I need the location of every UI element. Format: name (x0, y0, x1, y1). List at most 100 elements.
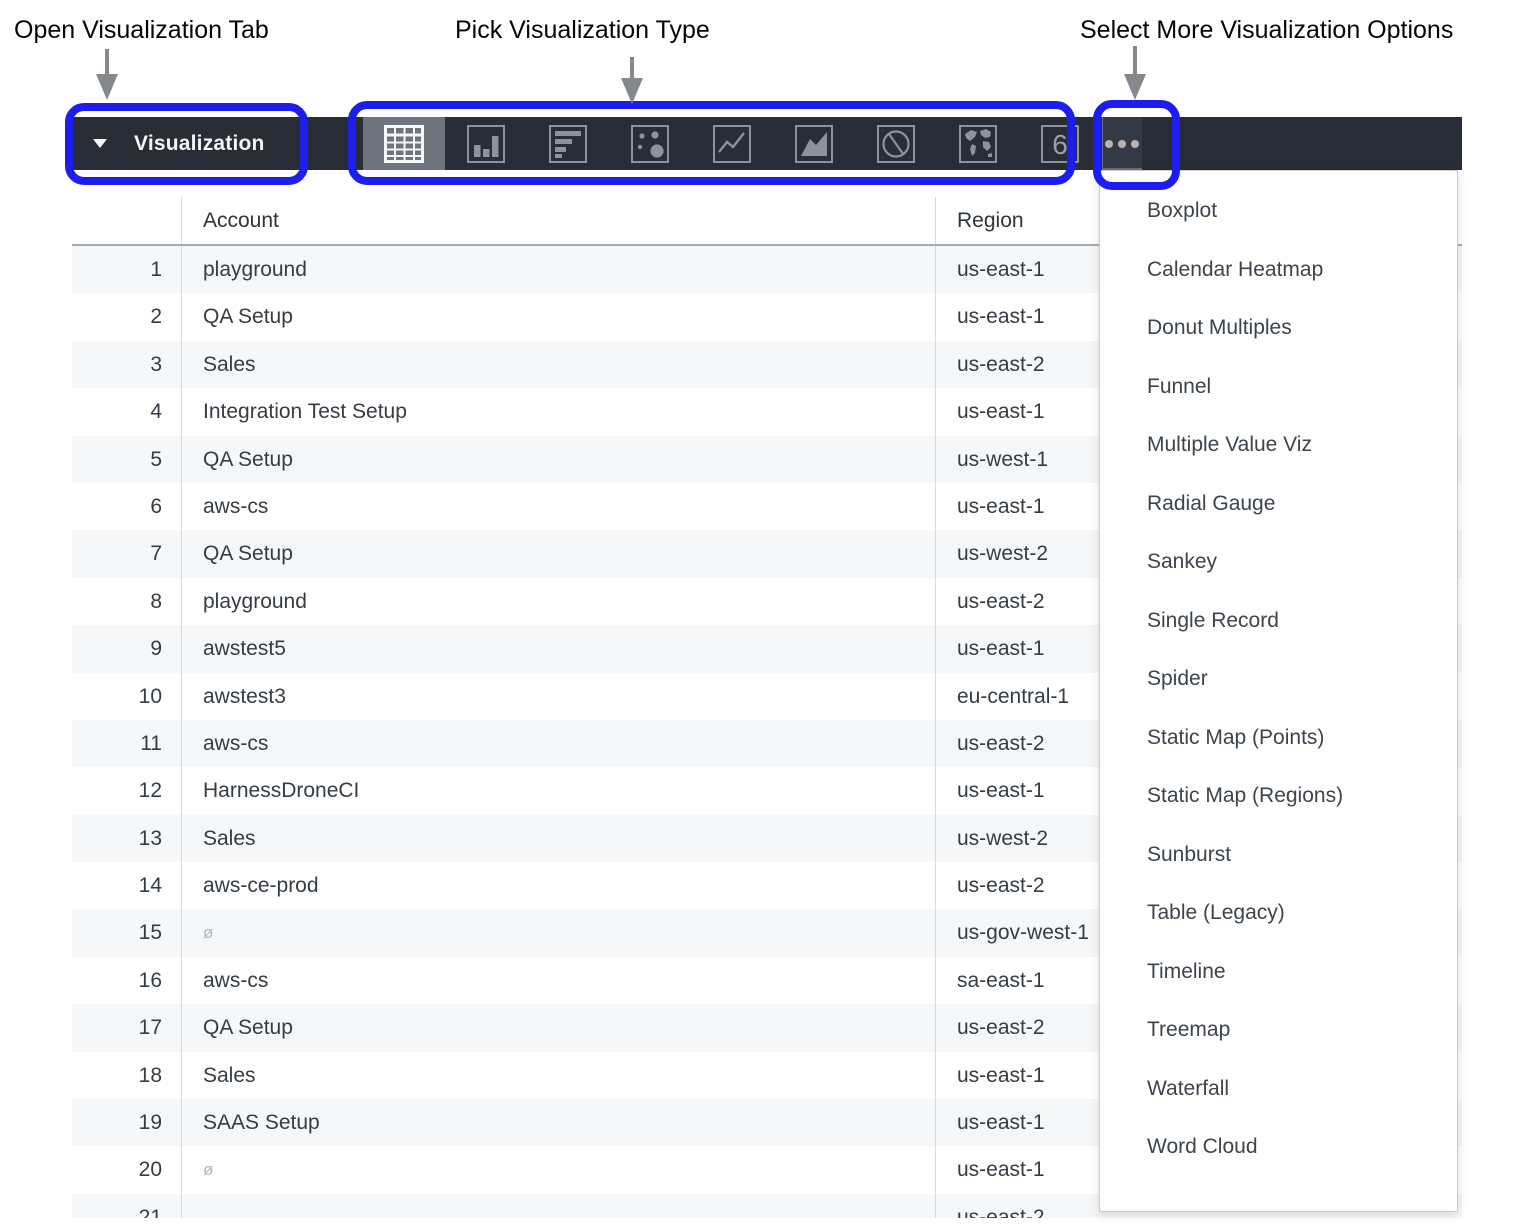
account-cell[interactable]: Sales (181, 1052, 935, 1099)
chevron-down-icon (93, 139, 107, 148)
row-number: 4 (72, 388, 181, 435)
row-number: 19 (72, 1099, 181, 1146)
more-visualization-options-button[interactable] (1102, 117, 1142, 170)
arrow-down-icon (1133, 46, 1137, 75)
single-value-icon: 6 (1041, 125, 1079, 163)
screenshot-page: Open Visualization Tab Pick Visualizatio… (0, 0, 1528, 1232)
annotation-pick-visualization-type: Pick Visualization Type (455, 16, 710, 45)
arrow-down-icon (105, 49, 109, 75)
scatter-plot-icon (631, 125, 669, 163)
viz-type-line-button[interactable] (691, 117, 773, 170)
row-number: 9 (72, 625, 181, 672)
row-number: 12 (72, 767, 181, 814)
annotation-select-more-options: Select More Visualization Options (1080, 16, 1453, 45)
arrow-down-icon (1124, 74, 1146, 100)
arrow-down-icon (96, 74, 118, 100)
more-visualizations-menu: BoxplotCalendar HeatmapDonut MultiplesFu… (1099, 170, 1458, 1212)
menu-item-static-map-regions[interactable]: Static Map (Regions) (1100, 767, 1457, 826)
ellipsis-icon (1131, 140, 1139, 148)
menu-item-word-cloud[interactable]: Word Cloud (1100, 1118, 1457, 1177)
svg-text:6: 6 (1052, 129, 1068, 160)
menu-item-treemap[interactable]: Treemap (1100, 1001, 1457, 1060)
row-number: 16 (72, 957, 181, 1004)
menu-item-multiple-value-viz[interactable]: Multiple Value Viz (1100, 416, 1457, 475)
pie-chart-icon (877, 125, 915, 163)
viz-type-strip: 6 (363, 117, 1101, 170)
account-cell[interactable]: Sales (181, 815, 935, 862)
arrow-down-icon (621, 78, 643, 104)
viz-type-pie-button[interactable] (855, 117, 937, 170)
account-cell[interactable]: aws-cs (181, 720, 935, 767)
menu-item-funnel[interactable]: Funnel (1100, 358, 1457, 417)
menu-item-spider[interactable]: Spider (1100, 650, 1457, 709)
row-number: 17 (72, 1004, 181, 1051)
arrow-down-icon (630, 57, 634, 79)
account-cell[interactable]: Sales (181, 341, 935, 388)
account-column-header[interactable]: Account (181, 197, 935, 244)
visualization-tab-label: Visualization (134, 117, 265, 170)
row-number: 2 (72, 293, 181, 340)
row-number: 10 (72, 673, 181, 720)
menu-item-table-legacy[interactable]: Table (Legacy) (1100, 884, 1457, 943)
row-number: 7 (72, 530, 181, 577)
menu-item-calendar-heatmap[interactable]: Calendar Heatmap (1100, 241, 1457, 300)
menu-item-sankey[interactable]: Sankey (1100, 533, 1457, 592)
menu-item-timeline[interactable]: Timeline (1100, 943, 1457, 1002)
column-divider (181, 197, 182, 1218)
row-number: 5 (72, 436, 181, 483)
row-number-header (72, 197, 181, 244)
ellipsis-icon (1105, 140, 1113, 148)
row-number: 8 (72, 578, 181, 625)
column-divider (935, 197, 936, 1218)
row-number: 1 (72, 246, 181, 293)
ellipsis-icon (1118, 140, 1126, 148)
account-cell[interactable]: QA Setup (181, 530, 935, 577)
viz-type-area-button[interactable] (773, 117, 855, 170)
account-cell[interactable]: aws-ce-prod (181, 862, 935, 909)
account-cell[interactable] (181, 1194, 935, 1218)
row-number: 15 (72, 909, 181, 956)
viz-type-table-button[interactable] (363, 117, 445, 170)
account-cell[interactable]: playground (181, 578, 935, 625)
account-cell[interactable]: awstest5 (181, 625, 935, 672)
area-chart-icon (795, 125, 833, 163)
viz-type-scatter-button[interactable] (609, 117, 691, 170)
account-cell[interactable]: aws-cs (181, 483, 935, 530)
viz-type-bar-button[interactable] (445, 117, 527, 170)
menu-item-sunburst[interactable]: Sunburst (1100, 826, 1457, 885)
account-cell[interactable]: QA Setup (181, 293, 935, 340)
menu-item-donut-multiples[interactable]: Donut Multiples (1100, 299, 1457, 358)
menu-item-radial-gauge[interactable]: Radial Gauge (1100, 475, 1457, 534)
visualization-tab-toggle[interactable]: Visualization (72, 117, 300, 170)
line-chart-icon (713, 125, 751, 163)
row-number: 21 (72, 1194, 181, 1218)
row-number: 18 (72, 1052, 181, 1099)
row-number: 11 (72, 720, 181, 767)
row-number: 3 (72, 341, 181, 388)
account-cell[interactable]: HarnessDroneCI (181, 767, 935, 814)
viz-type-row-bar-button[interactable] (527, 117, 609, 170)
bar-chart-icon (467, 125, 505, 163)
annotation-open-visualization-tab: Open Visualization Tab (14, 16, 269, 45)
account-cell[interactable]: aws-cs (181, 957, 935, 1004)
account-cell[interactable]: ø (181, 909, 935, 956)
account-cell[interactable]: ø (181, 1146, 935, 1193)
account-cell[interactable]: SAAS Setup (181, 1099, 935, 1146)
viz-type-single-value-button[interactable]: 6 (1019, 117, 1101, 170)
account-cell[interactable]: awstest3 (181, 673, 935, 720)
world-map-icon (959, 125, 997, 163)
menu-item-static-map-points[interactable]: Static Map (Points) (1100, 709, 1457, 768)
row-number: 14 (72, 862, 181, 909)
table-icon (384, 125, 424, 163)
account-cell[interactable]: QA Setup (181, 1004, 935, 1051)
row-number: 13 (72, 815, 181, 862)
viz-type-map-button[interactable] (937, 117, 1019, 170)
menu-item-boxplot[interactable]: Boxplot (1100, 182, 1457, 241)
account-cell[interactable]: QA Setup (181, 436, 935, 483)
row-number: 20 (72, 1146, 181, 1193)
menu-item-waterfall[interactable]: Waterfall (1100, 1060, 1457, 1119)
row-number: 6 (72, 483, 181, 530)
menu-item-single-record[interactable]: Single Record (1100, 592, 1457, 651)
account-cell[interactable]: playground (181, 246, 935, 293)
account-cell[interactable]: Integration Test Setup (181, 388, 935, 435)
